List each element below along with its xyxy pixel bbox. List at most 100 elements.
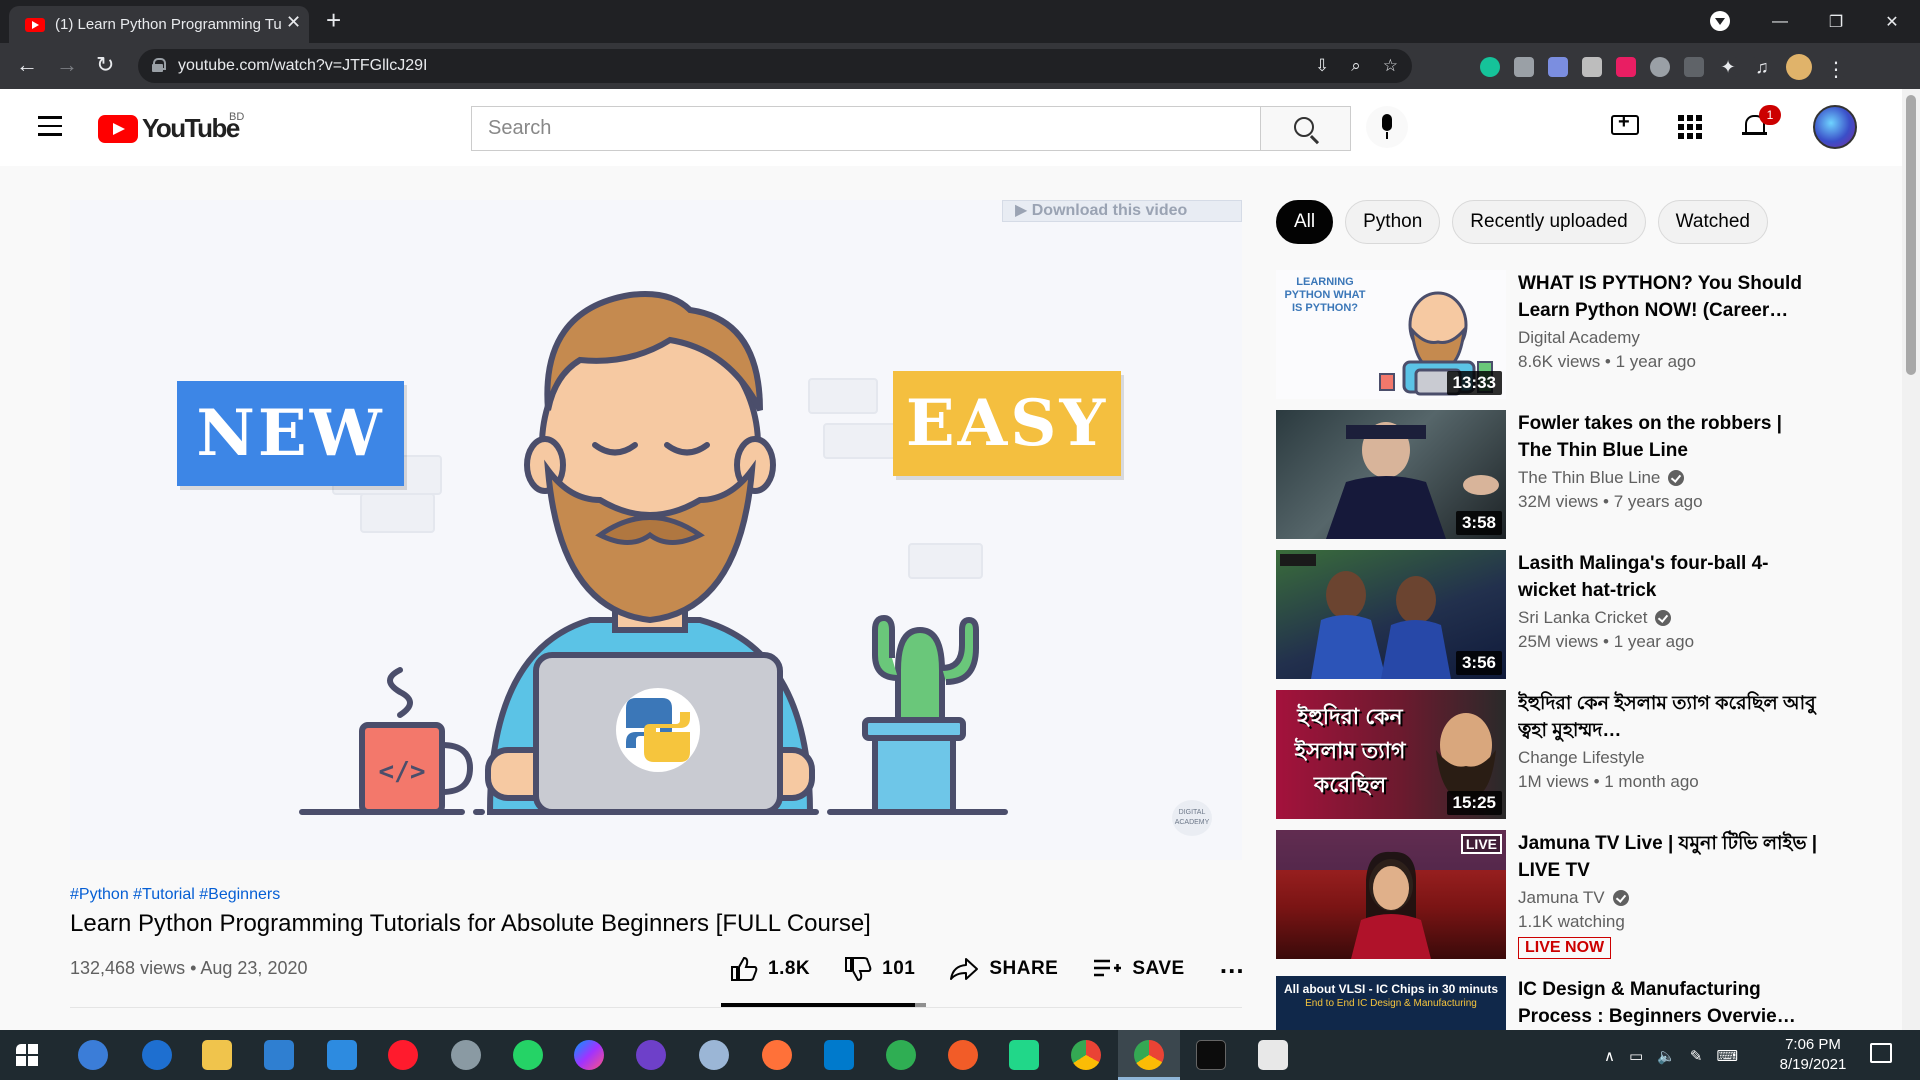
download-extension-icon[interactable] (1650, 57, 1670, 77)
github-desktop-icon[interactable] (636, 1040, 666, 1070)
save-button[interactable]: SAVE (1092, 958, 1184, 980)
keyboard-icon[interactable]: ⌨ (1716, 1047, 1738, 1065)
like-button[interactable]: 1.8K (730, 956, 810, 982)
new-tab-button[interactable]: + (326, 5, 341, 36)
chrome-active-icon[interactable] (1134, 1040, 1164, 1070)
vscode-icon[interactable] (824, 1040, 854, 1070)
chrome-icon[interactable] (1071, 1040, 1101, 1070)
related-video-title[interactable]: Jamuna TV Live | যমুনা টিভি লাইভ | LIVE … (1518, 830, 1818, 884)
tab-search-icon[interactable] (1710, 11, 1730, 31)
channel-name[interactable]: Jamuna TV (1518, 888, 1629, 908)
channel-name[interactable]: Digital Academy (1518, 328, 1640, 348)
browser-menu-icon[interactable]: ⋮ (1826, 57, 1846, 81)
related-video-title[interactable]: ইহুদিরা কেন ইসলাম ত্যাগ করেছিল আবু ত্বহা… (1518, 690, 1818, 744)
channel-name[interactable]: Sri Lanka Cricket (1518, 608, 1672, 628)
more-actions-icon[interactable]: … (1219, 949, 1246, 980)
tray-overflow-icon[interactable]: ∧ (1604, 1047, 1615, 1065)
grammarly-extension-icon[interactable] (1480, 57, 1500, 77)
profile-avatar-icon[interactable] (1786, 54, 1812, 80)
channel-name[interactable]: Change Lifestyle (1518, 748, 1645, 768)
bookmark-star-icon[interactable]: ☆ (1383, 56, 1398, 76)
video-thumbnail[interactable]: 3:58 (1276, 410, 1506, 539)
related-video[interactable]: ইহুদিরা কেন ইসলাম ত্যাগ করেছিল 15:25 ইহু… (1276, 690, 1896, 820)
related-video[interactable]: 3:58 Fowler takes on the robbers | The T… (1276, 410, 1896, 540)
forward-arrow-icon[interactable]: → (56, 52, 78, 78)
share-button[interactable]: SHARE (949, 957, 1058, 981)
video-thumbnail[interactable]: LIVE (1276, 830, 1506, 959)
lock-icon[interactable] (152, 58, 166, 72)
channel-name[interactable]: The Thin Blue Line (1518, 468, 1685, 488)
scrollbar-thumb[interactable] (1906, 95, 1916, 375)
terminal-icon[interactable] (1196, 1040, 1226, 1070)
related-video-title[interactable]: IC Design & Manufacturing Process : Begi… (1518, 976, 1818, 1030)
apps-grid-icon[interactable] (1678, 115, 1702, 139)
close-window-button[interactable]: ✕ (1864, 12, 1920, 32)
colorful-extension-icon[interactable] (1548, 57, 1568, 77)
maps-app-icon[interactable] (886, 1040, 916, 1070)
related-video-title[interactable]: WHAT IS PYTHON? You Should Learn Python … (1518, 270, 1818, 324)
related-video-title[interactable]: Fowler takes on the robbers | The Thin B… (1518, 410, 1818, 464)
edge-browser-icon[interactable] (142, 1040, 172, 1070)
related-video[interactable]: 3:56 Lasith Malinga's four-ball 4-wicket… (1276, 550, 1896, 680)
network-tool-icon[interactable] (451, 1040, 481, 1070)
mail-icon[interactable] (327, 1040, 357, 1070)
youtube-logo[interactable]: YouTube BD (98, 111, 244, 144)
related-video[interactable]: LIVE Jamuna TV Live | যমুনা টিভি লাইভ | … (1276, 830, 1896, 960)
firefox-icon[interactable] (762, 1040, 792, 1070)
network-icon[interactable]: ▭ (1629, 1047, 1643, 1065)
related-video[interactable]: All about VLSI - IC Chips in 30 minuts E… (1276, 976, 1896, 1030)
pycharm-icon[interactable] (1009, 1040, 1039, 1070)
gray-extension-icon[interactable] (1582, 57, 1602, 77)
windows-start-icon[interactable] (16, 1044, 46, 1074)
chip-recently-uploaded[interactable]: Recently uploaded (1452, 200, 1646, 244)
taskbar-clock[interactable]: 7:06 PM 8/19/2021 (1778, 1035, 1848, 1075)
extensions-puzzle-icon[interactable]: ✦ (1718, 57, 1738, 77)
microsoft-store-icon[interactable] (264, 1040, 294, 1070)
video-hashtags[interactable]: #Python #Tutorial #Beginners (70, 886, 280, 904)
whatsapp-icon[interactable] (513, 1040, 543, 1070)
dislike-button[interactable]: 101 (844, 956, 915, 982)
reload-icon[interactable]: ↻ (96, 52, 114, 78)
sound-app-icon[interactable] (1258, 1040, 1288, 1070)
notification-center-icon[interactable] (1870, 1043, 1892, 1063)
search-input[interactable] (472, 107, 1260, 150)
zoom-icon[interactable]: ⌕ (1351, 56, 1361, 76)
chip-python[interactable]: Python (1345, 200, 1441, 244)
address-bar[interactable]: youtube.com/watch?v=JTFGllcJ29I ⇩ ⌕ ☆ (138, 49, 1412, 83)
related-video[interactable]: LEARNING PYTHON WHAT IS PYTHON? 13:33 WH… (1276, 270, 1896, 400)
play-extension-icon[interactable] (1616, 57, 1636, 77)
page-scrollbar[interactable] (1902, 89, 1920, 1030)
opera-browser-icon[interactable] (388, 1040, 418, 1070)
sublime-text-icon[interactable] (948, 1040, 978, 1070)
hamburger-menu-icon[interactable] (38, 116, 62, 136)
search-button[interactable] (1261, 106, 1351, 151)
install-app-icon[interactable]: ⇩ (1315, 56, 1329, 76)
create-video-icon[interactable] (1611, 111, 1639, 135)
video-thumbnail[interactable]: LEARNING PYTHON WHAT IS PYTHON? 13:33 (1276, 270, 1506, 399)
chip-all[interactable]: All (1276, 200, 1334, 244)
url-text[interactable]: youtube.com/watch?v=JTFGllcJ29I (178, 57, 427, 75)
camera-extension-icon[interactable] (1514, 57, 1534, 77)
minimize-button[interactable]: — (1752, 13, 1808, 31)
microphone-icon[interactable] (1366, 106, 1408, 148)
video-thumbnail[interactable]: ইহুদিরা কেন ইসলাম ত্যাগ করেছিল 15:25 (1276, 690, 1506, 819)
paint-app-icon[interactable] (699, 1040, 729, 1070)
search-box[interactable] (471, 106, 1261, 151)
pen-icon[interactable]: ✎ (1690, 1047, 1703, 1065)
related-video-title[interactable]: Lasith Malinga's four-ball 4-wicket hat-… (1518, 550, 1818, 604)
pip-extension-icon[interactable] (1684, 57, 1704, 77)
volume-icon[interactable]: 🔈 (1657, 1047, 1676, 1065)
account-avatar[interactable] (1813, 105, 1857, 149)
qbittorrent-icon[interactable] (78, 1040, 108, 1070)
chip-watched[interactable]: Watched (1657, 200, 1768, 244)
video-player[interactable]: ▶ Download this video NEW EASY </> DIGIT… (70, 200, 1242, 860)
messenger-icon[interactable] (574, 1040, 604, 1070)
file-explorer-icon[interactable] (202, 1040, 232, 1070)
browser-tab[interactable]: (1) Learn Python Programming Tu ✕ (9, 6, 309, 43)
media-control-icon[interactable]: ♫ (1752, 57, 1772, 77)
video-thumbnail[interactable]: 3:56 (1276, 550, 1506, 679)
video-thumbnail[interactable]: All about VLSI - IC Chips in 30 minuts E… (1276, 976, 1506, 1030)
maximize-button[interactable]: ❐ (1808, 12, 1864, 32)
back-arrow-icon[interactable]: ← (16, 52, 38, 78)
close-tab-icon[interactable]: ✕ (286, 12, 301, 33)
